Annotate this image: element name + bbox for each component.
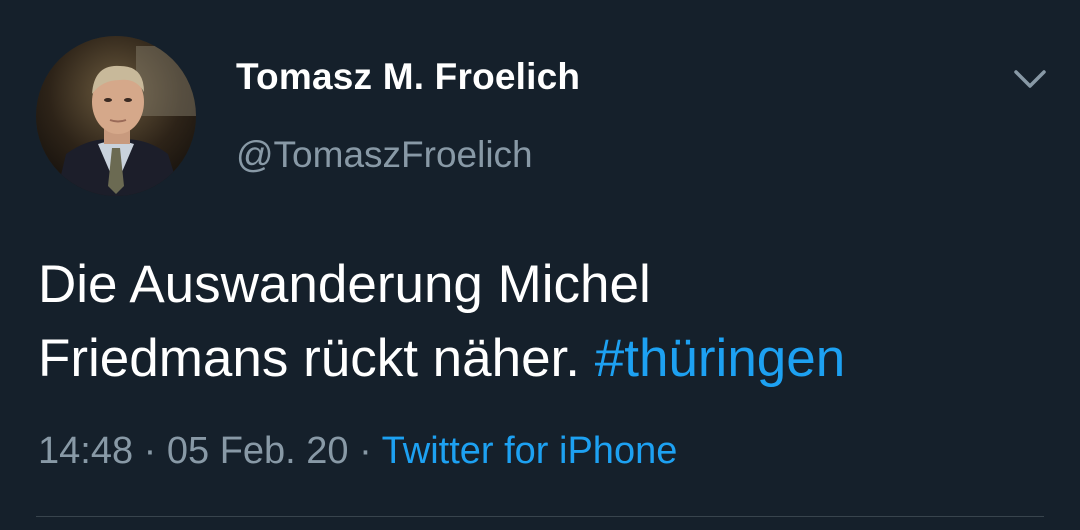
tweet-date[interactable]: 05 Feb. 20 xyxy=(167,430,349,472)
tweet: Tomasz M. Froelich @TomaszFroelich Die A… xyxy=(0,0,1080,530)
tweet-meta: 14:48 · 05 Feb. 20 · Twitter for iPhone xyxy=(38,430,677,473)
tweet-source-link[interactable]: Twitter for iPhone xyxy=(382,430,678,472)
profile-photo-icon xyxy=(36,36,196,196)
tweet-text-line-2: Friedmans rückt näher. #thüringen xyxy=(38,322,1048,396)
chevron-down-icon xyxy=(1014,70,1046,88)
divider xyxy=(36,516,1044,517)
meta-separator: · xyxy=(359,430,372,472)
tweet-time[interactable]: 14:48 xyxy=(38,430,133,472)
tweet-text: Die Auswanderung Michel Friedmans rückt … xyxy=(38,248,1048,396)
hashtag-link[interactable]: #thüringen xyxy=(595,329,845,388)
tweet-menu-button[interactable] xyxy=(1010,62,1050,96)
author-handle[interactable]: @TomaszFroelich xyxy=(236,134,533,176)
author-display-name[interactable]: Tomasz M. Froelich xyxy=(236,56,580,98)
tweet-text-line-2-body: Friedmans rückt näher. xyxy=(38,329,581,388)
avatar[interactable] xyxy=(36,36,196,196)
meta-separator: · xyxy=(143,430,157,472)
tweet-text-line-1: Die Auswanderung Michel xyxy=(38,255,651,314)
